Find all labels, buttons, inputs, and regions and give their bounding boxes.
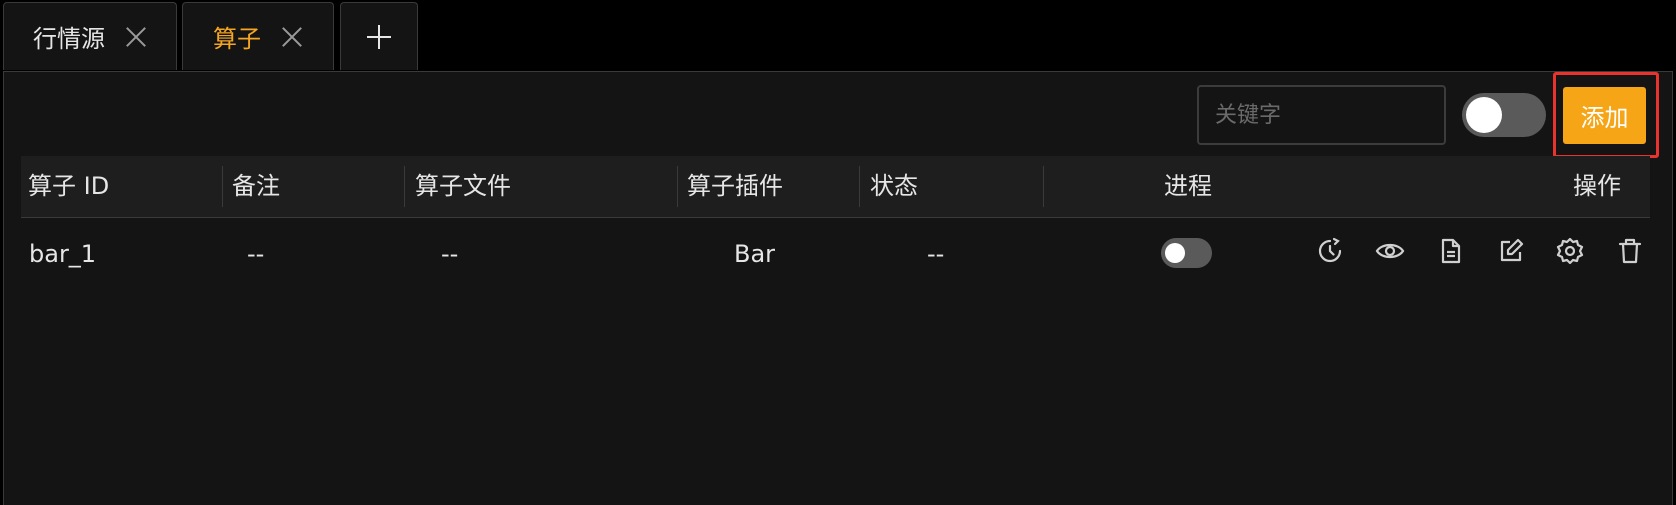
column-divider [859, 166, 860, 207]
cell-note: -- [247, 240, 265, 268]
view-button[interactable] [1375, 236, 1405, 266]
col-operator-plugin: 算子插件 [687, 172, 783, 200]
toggle-knob [1466, 97, 1502, 133]
tab-bar: 行情源 算子 [0, 0, 1676, 72]
col-note: 备注 [232, 172, 280, 200]
settings-icon [1556, 237, 1584, 265]
cell-operator-id: bar_1 [29, 240, 97, 268]
col-actions: 操作 [1573, 172, 1621, 200]
col-status: 状态 [870, 172, 918, 200]
column-divider [677, 166, 678, 207]
col-process: 进程 [1164, 172, 1212, 200]
add-button[interactable]: 添加 [1563, 87, 1646, 144]
tab-operator[interactable]: 算子 [182, 2, 334, 70]
history-button[interactable] [1315, 236, 1345, 266]
tab-market-source[interactable]: 行情源 [3, 2, 177, 70]
search-input[interactable] [1199, 87, 1444, 143]
close-icon[interactable] [281, 26, 303, 48]
table-header: 算子 ID 备注 算子文件 算子插件 状态 进程 操作 [21, 156, 1650, 218]
process-toggle[interactable] [1161, 238, 1212, 268]
file-icon [1441, 238, 1461, 264]
delete-button[interactable] [1615, 236, 1645, 266]
column-divider [404, 166, 405, 207]
col-operator-file: 算子文件 [415, 172, 511, 200]
plus-icon [367, 24, 391, 49]
col-operator-id: 算子 ID [28, 172, 110, 200]
filter-toggle[interactable] [1462, 93, 1546, 137]
edit-button[interactable] [1496, 236, 1526, 266]
edit-icon [1500, 238, 1524, 262]
cell-operator-plugin: Bar [734, 240, 776, 268]
settings-button[interactable] [1555, 236, 1585, 266]
tab-label: 行情源 [33, 25, 105, 53]
add-tab-button[interactable] [340, 2, 418, 70]
file-button[interactable] [1436, 236, 1466, 266]
history-icon [1318, 237, 1342, 263]
delete-icon [1618, 238, 1642, 264]
cell-operator-file: -- [441, 240, 459, 268]
tab-label: 算子 [213, 25, 261, 53]
search-box [1197, 85, 1446, 145]
column-divider [1043, 166, 1044, 207]
cell-status: -- [927, 240, 945, 268]
view-icon [1375, 243, 1405, 259]
close-icon[interactable] [125, 26, 147, 48]
toggle-knob [1165, 243, 1185, 263]
column-divider [222, 166, 223, 207]
